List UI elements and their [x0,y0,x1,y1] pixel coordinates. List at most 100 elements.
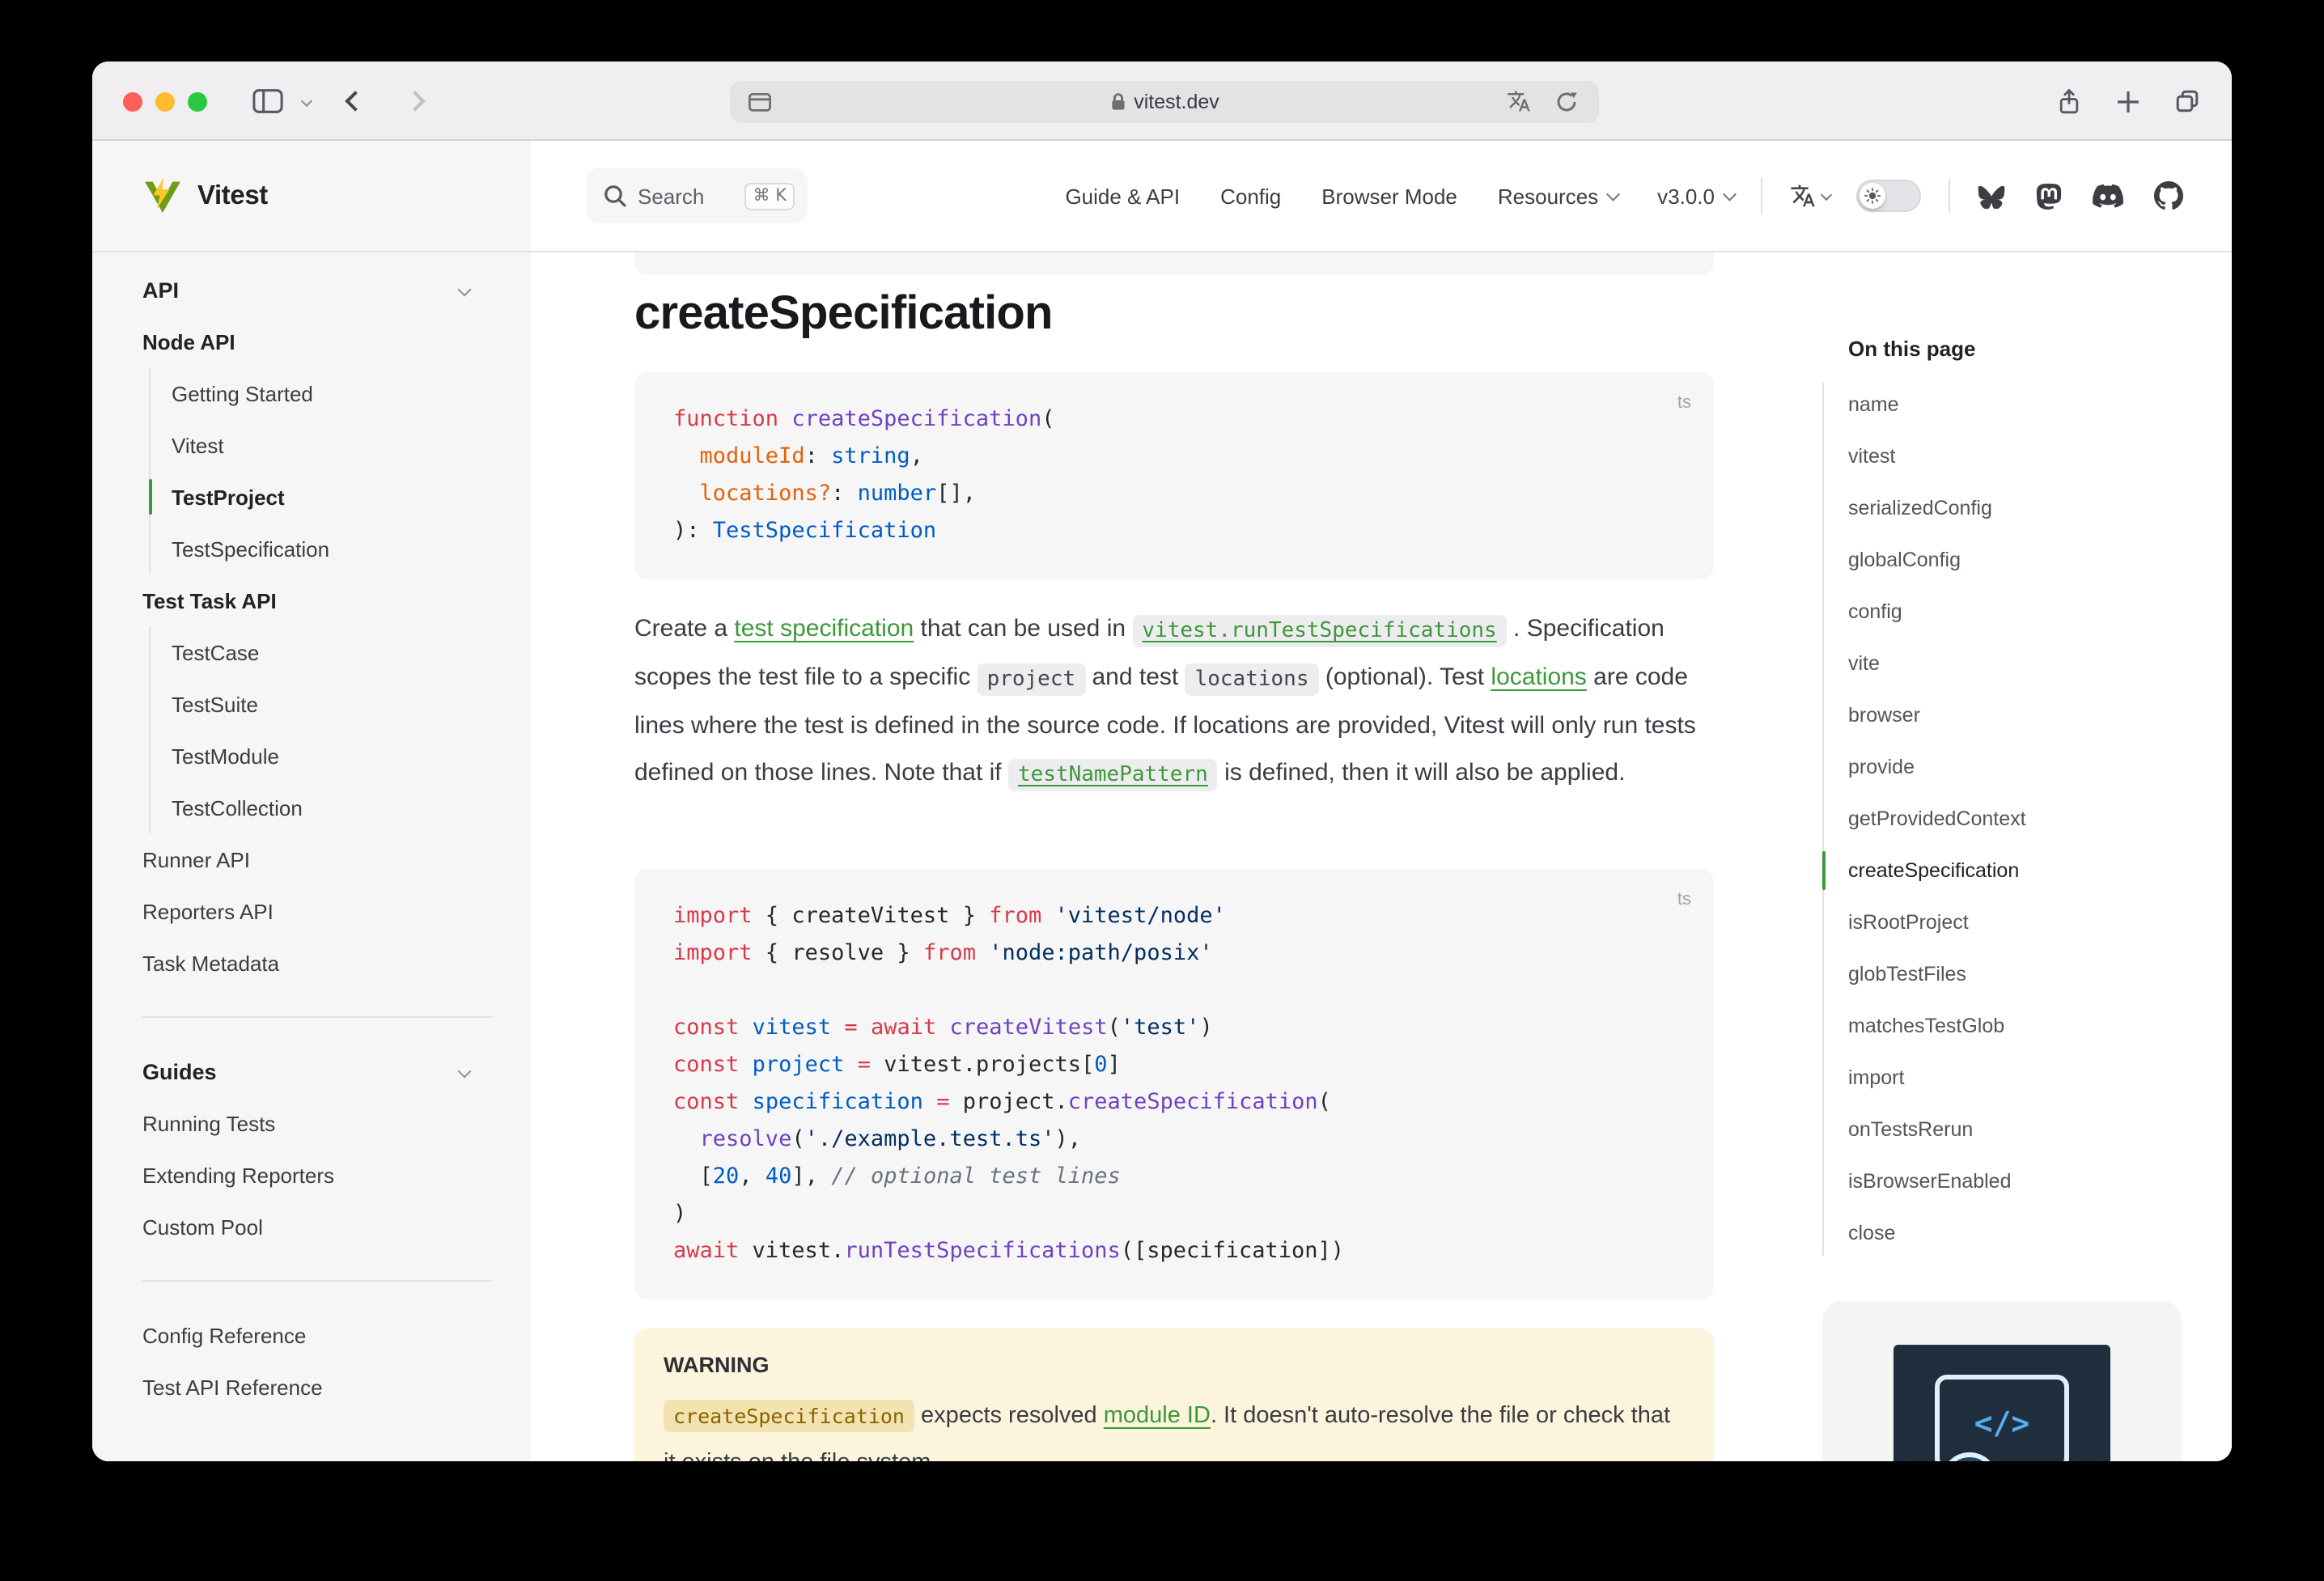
link[interactable]: module ID [1104,1403,1211,1429]
tab-overview-button[interactable] [2173,87,2201,115]
sidebar-item-testmodule[interactable]: TestModule [172,730,492,782]
sidebar-item-testsuite[interactable]: TestSuite [172,678,492,730]
outline-item-browser[interactable]: browser [1848,689,2164,741]
nav-link-config[interactable]: Config [1220,184,1281,208]
warning-title: WARNING [664,1353,1685,1377]
link[interactable]: locations [1491,663,1586,691]
screen: vitest.dev [0,0,2324,1581]
sidebar-subgroup: Getting StartedVitestTestProjectTestSpec… [149,367,492,574]
docs-sidebar: Vitest APINode APIGetting StartedVitestT… [92,141,531,1461]
window-controls [123,92,207,112]
sidebar-section-guides[interactable]: Guides [142,1045,492,1097]
sidebar-item-testcase[interactable]: TestCase [172,626,492,678]
sidebar-toggle-button[interactable] [249,61,285,141]
outline-item-isbrowserenabled[interactable]: isBrowserEnabled [1848,1155,2164,1207]
sidebar-item-test-task-api[interactable]: Test Task API [142,574,492,626]
zoom-window-button[interactable] [188,92,207,112]
nav-link-label: v3.0.0 [1657,184,1715,208]
social-links [1978,181,2183,210]
translate-icon [1790,183,1816,209]
forward-button[interactable] [403,61,426,141]
text-run: Create a [634,615,734,642]
link[interactable]: test specification [734,615,914,642]
link[interactable]: testNamePattern [1008,758,1218,790]
mastodon-icon[interactable] [2036,182,2062,210]
nav-link-resources[interactable]: Resources [1498,184,1617,208]
ad-image: </> [1894,1345,2110,1461]
outline-item-vite[interactable]: vite [1848,638,2164,689]
outline-item-globtestfiles[interactable]: globTestFiles [1848,948,2164,1000]
outline-item-config[interactable]: config [1848,586,2164,638]
outline-item-createspecification[interactable]: createSpecification [1848,845,2164,896]
inline-code: createSpecification [664,1399,914,1431]
github-icon[interactable] [2154,181,2183,210]
warning-text: createSpecification expects resolved mod… [664,1392,1685,1461]
address-bar[interactable]: vitest.dev [730,80,1599,122]
sidebar-item-vitest[interactable]: Vitest [172,419,492,471]
code-line: locations?: number[], [673,476,1675,513]
sidebar-item-test-api-reference[interactable]: Test API Reference [142,1361,492,1413]
bluesky-icon[interactable] [1978,184,2005,208]
sidebar-item-node-api[interactable]: Node API [142,316,492,367]
docs-main: Search ⌘ K Guide & API Config Browser Mode… [531,141,2232,1461]
link[interactable]: vitest.runTestSpecifications [1132,614,1506,646]
sidebar-item-getting-started[interactable]: Getting Started [172,367,492,419]
nav-link-v3-0-0[interactable]: v3.0.0 [1657,184,1733,208]
outline-item-import[interactable]: import [1848,1052,2164,1104]
nav-link-guide-api[interactable]: Guide & API [1065,184,1180,208]
sidebar-menu-chevron[interactable] [296,61,316,141]
page-icon[interactable] [748,80,772,122]
search-shortcut: ⌘ K [745,182,795,210]
warning-callout: WARNING createSpecification expects reso… [634,1329,1714,1461]
outline-item-vitest[interactable]: vitest [1848,430,2164,482]
reload-button[interactable] [1555,80,1578,122]
outline-item-close[interactable]: close [1848,1207,2164,1259]
outline-item-ontestsrerun[interactable]: onTestsRerun [1848,1104,2164,1155]
outline-list: namevitestserializedConfigglobalConfigco… [1848,379,2164,1259]
search-button[interactable]: Search ⌘ K [586,168,808,223]
sidebar-section-api[interactable]: API [142,264,492,316]
close-window-button[interactable] [123,92,142,112]
code-line: import { createVitest } from 'vitest/nod… [673,898,1675,935]
theme-toggle[interactable] [1856,180,1921,212]
sidebar-item-extending-reporters[interactable]: Extending Reporters [142,1149,492,1201]
share-button[interactable] [2055,87,2083,116]
new-tab-button[interactable] [2115,88,2141,114]
inline-code: locations [1185,663,1319,695]
sidebar-item-task-metadata[interactable]: Task Metadata [142,937,492,989]
code-line: const project = vitest.projects[0] [673,1047,1675,1084]
docs-app: Vitest APINode APIGetting StartedVitestT… [92,141,2232,1461]
nav-link-browser-mode[interactable]: Browser Mode [1321,184,1457,208]
sidebar-item-config-reference[interactable]: Config Reference [142,1309,492,1361]
sponsor-ad[interactable]: </> [1822,1301,2182,1461]
sidebar-item-running-tests[interactable]: Running Tests [142,1097,492,1149]
sidebar-subgroup: TestCaseTestSuiteTestModuleTestCollectio… [149,626,492,833]
outline-item-globalconfig[interactable]: globalConfig [1848,534,2164,586]
site-logo[interactable]: Vitest [92,141,531,252]
outline-item-getprovidedcontext[interactable]: getProvidedContext [1848,793,2164,845]
svg-text:</>: </> [1974,1405,2030,1441]
outline-item-provide[interactable]: provide [1848,741,2164,793]
chevron-down-icon [1821,189,1832,200]
outline-item-name[interactable]: name [1848,379,2164,430]
back-button[interactable] [343,61,366,141]
sidebar-nav: APINode APIGetting StartedVitestTestProj… [92,252,531,1452]
outline-title: On this page [1848,337,1975,361]
outline-item-serializedconfig[interactable]: serializedConfig [1848,482,2164,534]
code-lang-label: ts [1677,882,1691,919]
discord-icon[interactable] [2093,184,2123,208]
sidebar-item-testcollection[interactable]: TestCollection [172,782,492,833]
sidebar-item-runner-api[interactable]: Runner API [142,833,492,885]
minimize-window-button[interactable] [155,92,175,112]
sidebar-item-testproject[interactable]: TestProject [172,471,492,523]
sidebar-item-reporters-api[interactable]: Reporters API [142,885,492,937]
nav-divider [1949,178,1950,214]
sidebar-item-testspecification[interactable]: TestSpecification [172,523,492,574]
language-menu[interactable] [1790,183,1830,209]
translate-icon[interactable] [1507,80,1531,122]
sidebar-item-custom-pool[interactable]: Custom Pool [142,1201,492,1253]
outline-item-isrootproject[interactable]: isRootProject [1848,896,2164,948]
outline-item-matchestestglob[interactable]: matchesTestGlob [1848,1000,2164,1052]
code-line: await vitest.runTestSpecifications([spec… [673,1233,1675,1270]
chevron-down-icon [1606,188,1619,201]
